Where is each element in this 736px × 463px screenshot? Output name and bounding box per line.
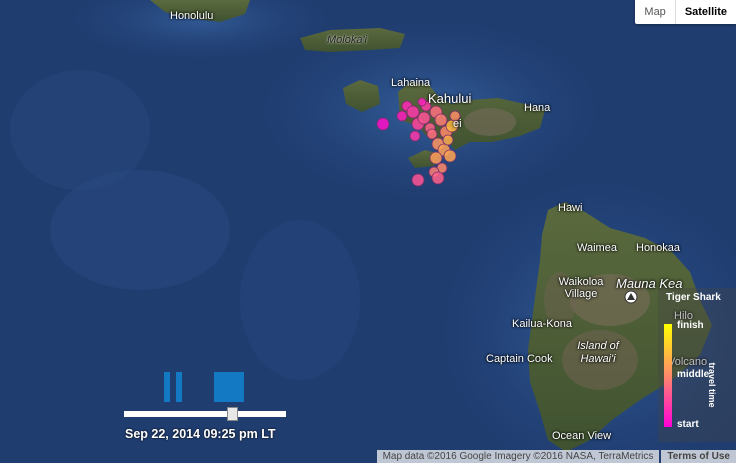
label-hawi: Hawi xyxy=(558,202,583,214)
label-island-of-hawaii: Island of Hawai'i xyxy=(577,340,619,365)
map-type-map-button[interactable]: Map xyxy=(635,0,676,24)
timestamp-label: Sep 22, 2014 09:25 pm LT xyxy=(125,427,276,441)
track-point[interactable] xyxy=(431,171,445,185)
label-waikoloa-village: Waikoloa Village xyxy=(558,276,604,300)
satellite-map[interactable] xyxy=(0,0,736,463)
track-point[interactable] xyxy=(443,149,457,163)
label-waimea: Waimea xyxy=(577,242,617,254)
track-point[interactable] xyxy=(376,117,390,131)
map-attribution: Map data ©2016 Google Imagery ©2016 NASA… xyxy=(376,450,736,463)
track-point[interactable] xyxy=(434,113,448,127)
label-captain-cook: Captain Cook xyxy=(486,353,553,365)
label-lanai-city: ei xyxy=(453,118,462,130)
travel-time-legend: Tiger Shark finish middle start travel t… xyxy=(658,288,736,442)
track-point[interactable] xyxy=(406,105,420,119)
pause-icon xyxy=(164,372,170,402)
legend-finish-label: finish xyxy=(677,320,704,331)
legend-title: Tiger Shark xyxy=(666,292,721,303)
label-kahului: Kahului xyxy=(428,91,472,106)
time-slider-track[interactable] xyxy=(124,411,286,417)
track-point[interactable] xyxy=(409,130,421,142)
stop-button[interactable] xyxy=(214,372,244,402)
label-ocean-view: Ocean View xyxy=(552,430,612,442)
track-point[interactable] xyxy=(417,97,427,107)
label-honokaa: Honokaa xyxy=(636,242,681,254)
pause-button[interactable] xyxy=(164,372,184,402)
label-molokai: Moloka'i xyxy=(327,34,368,46)
track-point[interactable] xyxy=(429,151,443,165)
time-slider-handle[interactable] xyxy=(226,407,238,421)
legend-axis-label: travel time xyxy=(707,362,717,408)
label-kailua-kona: Kailua-Kona xyxy=(512,318,572,330)
label-hana: Hana xyxy=(524,102,551,114)
attribution-text: Map data ©2016 Google Imagery ©2016 NASA… xyxy=(376,450,660,463)
terms-of-use-link[interactable]: Terms of Use xyxy=(661,450,736,463)
track-point[interactable] xyxy=(442,134,454,146)
track-point[interactable] xyxy=(411,173,425,187)
label-honolulu: Honolulu xyxy=(170,10,214,22)
map-type-control: Map Satellite xyxy=(635,0,736,24)
playback-controls: Sep 22, 2014 09:25 pm LT xyxy=(120,372,295,447)
legend-color-bar xyxy=(664,324,672,427)
track-point[interactable] xyxy=(426,128,438,140)
label-lahaina: Lahaina xyxy=(391,77,431,89)
track-point[interactable] xyxy=(417,111,431,125)
map-type-satellite-button[interactable]: Satellite xyxy=(676,0,736,24)
legend-start-label: start xyxy=(677,419,699,430)
legend-middle-label: middle xyxy=(677,369,710,380)
track-point[interactable] xyxy=(396,110,408,122)
